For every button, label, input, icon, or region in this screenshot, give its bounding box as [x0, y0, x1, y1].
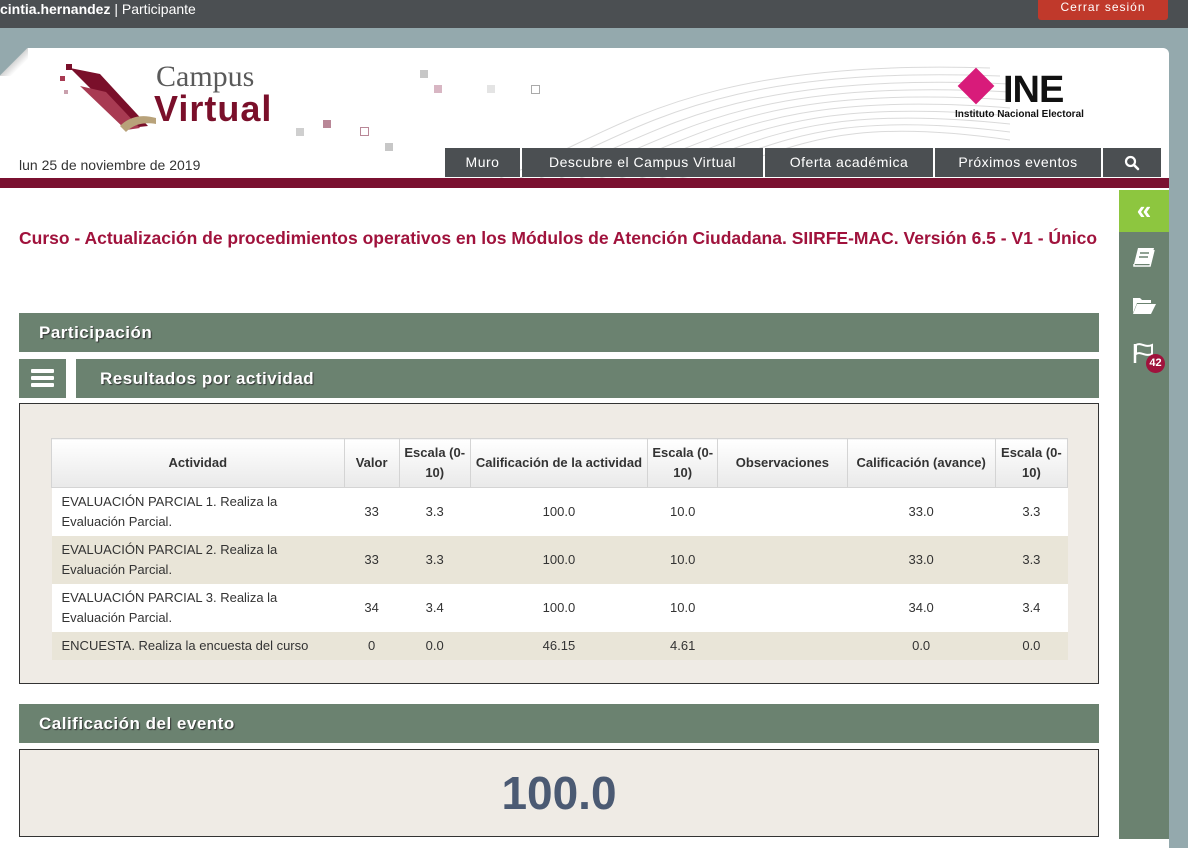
- cell-observaciones: [717, 584, 847, 632]
- menu-toggle-button[interactable]: [19, 359, 66, 398]
- search-icon: [1124, 156, 1140, 171]
- column-header-calificacion-avance: Calificación (avance): [846, 438, 996, 488]
- cell-escala: 4.61: [647, 632, 718, 660]
- cell-calificacion-avance: 34.0: [847, 584, 996, 632]
- decor-square: [434, 85, 442, 93]
- column-header-escala-2: Escala (0-10): [647, 438, 719, 488]
- final-grade-value: 100.0: [501, 767, 617, 819]
- cell-escala: 0.0: [995, 632, 1068, 660]
- decor-square: [323, 120, 331, 128]
- calificacion-title: Calificación del evento: [39, 714, 235, 733]
- main-nav: Muro Descubre el Campus Virtual Oferta a…: [445, 148, 1163, 177]
- cell-valor: 33: [344, 487, 400, 536]
- ine-logo-text: INE: [1003, 69, 1064, 111]
- cell-escala: 10.0: [647, 536, 718, 584]
- cell-actividad: EVALUACIÓN PARCIAL 3. Realiza la Evaluac…: [51, 584, 345, 632]
- cell-escala: 10.0: [647, 487, 718, 536]
- column-header-calificacion-actividad: Calificación de la actividad: [469, 438, 649, 488]
- decor-square: [296, 128, 304, 136]
- column-header-escala-3: Escala (0-10): [994, 438, 1069, 488]
- participacion-header: Participación: [19, 313, 1099, 352]
- cell-valor: 34: [344, 584, 400, 632]
- cell-valor: 33: [344, 536, 400, 584]
- cell-valor: 0: [344, 632, 400, 660]
- username: cintia.hernandez: [0, 1, 111, 17]
- notifications-badge: 42: [1146, 354, 1165, 373]
- right-sidebar: « 42: [1119, 190, 1169, 839]
- cell-calificacion-avance: 33.0: [847, 487, 996, 536]
- decor-square: [487, 85, 495, 93]
- nav-item-oferta[interactable]: Oferta académica: [765, 148, 933, 177]
- table-row: EVALUACIÓN PARCIAL 1. Realiza la Evaluac…: [51, 487, 1068, 536]
- nav-item-descubre[interactable]: Descubre el Campus Virtual: [522, 148, 763, 177]
- cell-actividad: EVALUACIÓN PARCIAL 1. Realiza la Evaluac…: [51, 487, 345, 536]
- search-button[interactable]: [1103, 148, 1161, 177]
- calificacion-header: Calificación del evento: [19, 704, 1099, 743]
- ine-logo-subtitle: Instituto Nacional Electoral: [955, 109, 1084, 120]
- resultados-title: Resultados por actividad: [100, 369, 315, 388]
- table-row: EVALUACIÓN PARCIAL 2. Realiza la Evaluac…: [51, 536, 1068, 584]
- cell-calificacion-avance: 0.0: [847, 632, 996, 660]
- nav-item-muro[interactable]: Muro: [445, 148, 520, 177]
- header-divider: [0, 178, 1169, 188]
- nav-item-proximos-eventos[interactable]: Próximos eventos: [935, 148, 1101, 177]
- ine-diamond-icon: [957, 67, 995, 105]
- logo-text-virtual: Virtual: [154, 88, 273, 129]
- column-header-valor: Valor: [343, 438, 400, 488]
- decor-square: [385, 143, 393, 151]
- resultados-table: Actividad Valor Escala (0-10) Calificaci…: [51, 438, 1069, 660]
- cell-calificacion-actividad: 100.0: [470, 584, 648, 632]
- ine-logo[interactable]: INE Instituto Nacional Electoral: [955, 67, 1115, 123]
- cell-calificacion-actividad: 46.15: [470, 632, 648, 660]
- cell-escala: 3.3: [995, 536, 1068, 584]
- hamburger-icon: [31, 369, 54, 373]
- cell-calificacion-actividad: 100.0: [470, 536, 648, 584]
- column-header-observaciones: Observaciones: [717, 438, 848, 488]
- decor-square: [420, 70, 428, 78]
- hamburger-icon: [31, 376, 54, 380]
- sidebar-expand-button[interactable]: «: [1119, 190, 1169, 232]
- course-title: Curso - Actualización de procedimientos …: [19, 228, 1098, 248]
- cell-escala: 3.3: [995, 487, 1068, 536]
- column-header-actividad: Actividad: [51, 438, 345, 488]
- hamburger-icon: [31, 383, 54, 387]
- user-role: Participante: [121, 1, 196, 17]
- participacion-title: Participación: [39, 323, 153, 342]
- cell-escala: 0.0: [399, 632, 471, 660]
- cell-observaciones: [717, 536, 847, 584]
- page-curl-decoration: [0, 48, 28, 76]
- top-bar: cintia.hernandez | Participante Cerrar s…: [0, 0, 1188, 28]
- decor-square: [360, 127, 369, 136]
- cell-actividad: ENCUESTA. Realiza la encuesta del curso: [51, 632, 345, 660]
- table-header-row: Actividad Valor Escala (0-10) Calificaci…: [51, 438, 1069, 488]
- cell-escala: 10.0: [647, 584, 718, 632]
- logout-button[interactable]: Cerrar sesión: [1038, 0, 1168, 20]
- cell-escala: 3.3: [399, 487, 471, 536]
- resultados-panel: Actividad Valor Escala (0-10) Calificaci…: [19, 403, 1099, 684]
- user-info: cintia.hernandez | Participante: [0, 0, 196, 18]
- column-header-escala-1: Escala (0-10): [398, 438, 471, 488]
- campus-virtual-logo[interactable]: Campus Virtual: [60, 56, 310, 146]
- page-container: Campus Virtual INE Instituto Nacional El…: [0, 48, 1169, 848]
- resultados-header: Resultados por actividad: [76, 359, 1099, 398]
- cell-escala: 3.3: [399, 536, 471, 584]
- user-separator: |: [110, 1, 122, 17]
- book-icon[interactable]: [1132, 246, 1156, 268]
- table-row: EVALUACIÓN PARCIAL 3. Realiza la Evaluac…: [51, 584, 1068, 632]
- decor-square: [531, 85, 540, 94]
- cell-observaciones: [717, 487, 847, 536]
- cell-observaciones: [717, 632, 847, 660]
- calificacion-panel: 100.0: [19, 749, 1099, 837]
- table-row: ENCUESTA. Realiza la encuesta del curso …: [51, 632, 1068, 660]
- current-date: lun 25 de noviembre de 2019: [19, 157, 201, 173]
- book-logo-icon: [60, 64, 156, 132]
- cell-escala: 3.4: [399, 584, 471, 632]
- cell-calificacion-actividad: 100.0: [470, 487, 648, 536]
- cell-actividad: EVALUACIÓN PARCIAL 2. Realiza la Evaluac…: [51, 536, 345, 584]
- folder-open-icon[interactable]: [1132, 294, 1156, 316]
- cell-calificacion-avance: 33.0: [847, 536, 996, 584]
- cell-escala: 3.4: [995, 584, 1068, 632]
